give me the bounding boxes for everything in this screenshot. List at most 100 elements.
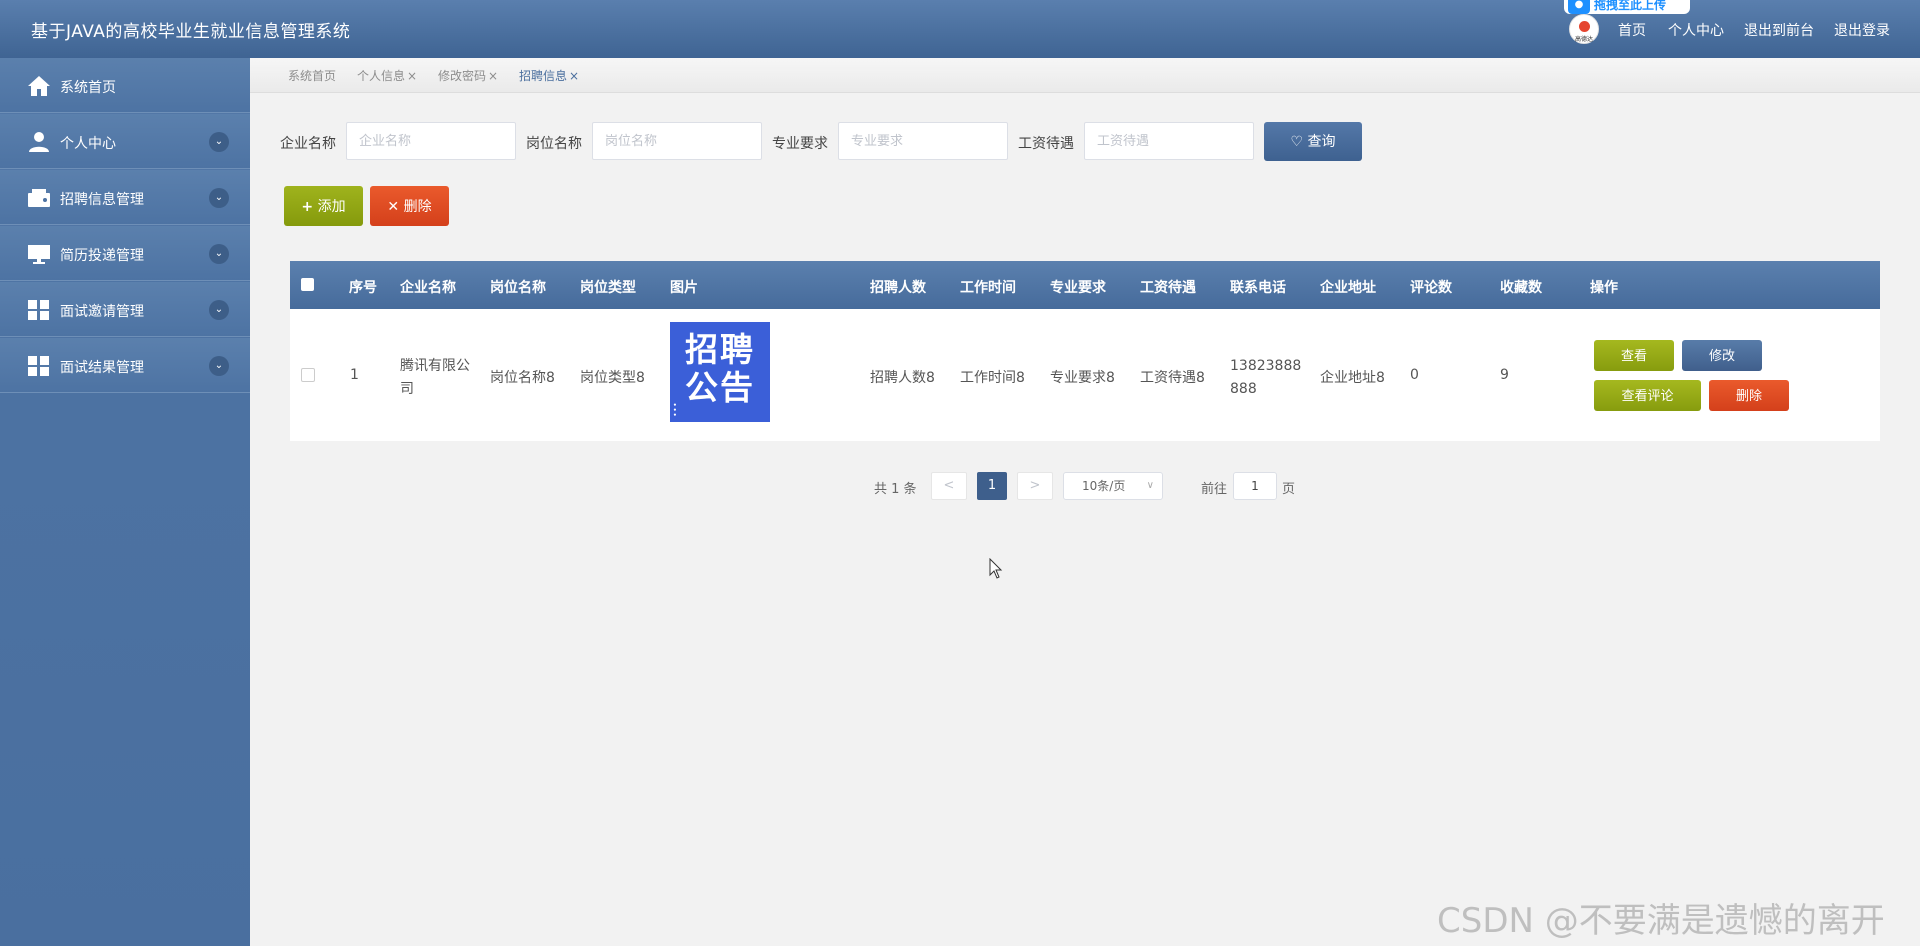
- sidebar-item-interview-result[interactable]: 面试结果管理 ⌄: [0, 338, 250, 393]
- view-button[interactable]: 查看: [1594, 340, 1674, 371]
- heart-icon: ♡: [1290, 134, 1304, 150]
- col-comments: 评论数: [1410, 280, 1452, 296]
- tab-change-password[interactable]: 修改密码 ×: [438, 67, 498, 84]
- add-button-label: 添加: [317, 199, 346, 215]
- table-header: 序号 企业名称 岗位名称 岗位类型 图片 招聘人数 工作时间 专业要求 工资待遇…: [290, 261, 1880, 309]
- avatar-logo-icon: [1579, 21, 1590, 32]
- cell-headcount: 招聘人数8: [870, 370, 935, 386]
- col-salary: 工资待遇: [1140, 280, 1196, 296]
- view-comments-button[interactable]: 查看评论: [1594, 380, 1701, 411]
- sidebar-item-label: 系统首页: [60, 80, 116, 96]
- row-delete-button[interactable]: 删除: [1709, 380, 1789, 411]
- pagination-prev-button[interactable]: <: [931, 472, 967, 500]
- cell-index: 1: [350, 367, 359, 383]
- nav-logout[interactable]: 退出登录: [1834, 20, 1890, 40]
- cell-favorites: 9: [1500, 367, 1509, 383]
- monitor-icon: [28, 245, 50, 264]
- cell-phone: 13823888888: [1230, 358, 1302, 397]
- cell-salary: 工资待遇8: [1140, 370, 1205, 386]
- cell-comments: 0: [1410, 367, 1419, 383]
- query-button-label: 查询: [1307, 134, 1336, 150]
- job-poster-image[interactable]: 招聘公告 • • •: [670, 322, 770, 422]
- edit-button[interactable]: 修改: [1682, 340, 1762, 371]
- chevron-down-icon[interactable]: ⌄: [209, 132, 229, 152]
- user-icon: [29, 132, 49, 152]
- nav-home[interactable]: 首页: [1618, 20, 1646, 40]
- close-icon[interactable]: ×: [407, 69, 417, 83]
- select-all-checkbox[interactable]: [301, 278, 314, 291]
- sidebar-item-label: 个人中心: [60, 136, 116, 152]
- pagination-total: 共 1 条: [874, 482, 917, 497]
- cell-position: 岗位名称8: [490, 370, 555, 386]
- page-size-value: 10条/页: [1082, 479, 1126, 493]
- position-input[interactable]: [592, 122, 762, 160]
- chevron-down-icon[interactable]: ⌄: [209, 300, 229, 320]
- sidebar-item-label: 面试邀请管理: [60, 304, 144, 320]
- salary-label: 工资待遇: [1018, 136, 1074, 152]
- col-actions: 操作: [1590, 280, 1618, 296]
- sidebar-item-profile[interactable]: 个人中心 ⌄: [0, 114, 250, 169]
- pagination-next-button[interactable]: >: [1017, 472, 1053, 500]
- watermark: CSDN @不要满是遗憾的离开: [1437, 901, 1885, 941]
- grid-icon: [28, 300, 49, 320]
- col-image: 图片: [670, 280, 698, 296]
- upload-badge-text: 拖拽至此上传: [1594, 0, 1667, 12]
- sidebar-item-label: 招聘信息管理: [60, 192, 144, 208]
- col-address: 企业地址: [1320, 280, 1376, 296]
- top-header: 基于JAVA的高校毕业生就业信息管理系统 ● 拖拽至此上传 高德达 首页 个人中…: [0, 0, 1920, 58]
- cell-type: 岗位类型8: [580, 370, 645, 386]
- tab-label: 招聘信息: [519, 69, 568, 83]
- avatar-label: 高德达: [1574, 36, 1593, 43]
- page-size-select[interactable]: 10条/页 ∨: [1063, 472, 1163, 500]
- major-input[interactable]: [838, 122, 1008, 160]
- tab-label: 修改密码: [438, 69, 487, 83]
- avatar[interactable]: 高德达: [1569, 14, 1599, 44]
- poster-text: 招聘公告: [685, 330, 755, 407]
- col-work-time: 工作时间: [960, 280, 1016, 296]
- cell-address: 企业地址8: [1320, 370, 1385, 386]
- recruitment-table: 序号 企业名称 岗位名称 岗位类型 图片 招聘人数 工作时间 专业要求 工资待遇…: [290, 261, 1880, 441]
- delete-button[interactable]: ✕ 删除: [370, 186, 449, 226]
- chevron-down-icon[interactable]: ⌄: [209, 188, 229, 208]
- close-icon[interactable]: ×: [569, 69, 579, 83]
- col-position: 岗位名称: [490, 280, 546, 296]
- plus-icon: +: [301, 199, 314, 215]
- sidebar-item-interview-invite[interactable]: 面试邀请管理 ⌄: [0, 282, 250, 337]
- company-input[interactable]: [346, 122, 516, 160]
- col-major: 专业要求: [1050, 280, 1106, 296]
- row-checkbox[interactable]: [301, 368, 315, 382]
- salary-input[interactable]: [1084, 122, 1254, 160]
- sidebar-item-recruitment[interactable]: 招聘信息管理 ⌄: [0, 170, 250, 225]
- chevron-down-icon[interactable]: ⌄: [209, 356, 229, 376]
- pagination-current-page[interactable]: 1: [977, 472, 1007, 500]
- sidebar: 系统首页 个人中心 ⌄ 招聘信息管理 ⌄ 简历投递管理 ⌄ 面试邀请管理 ⌄ 面…: [0, 58, 250, 946]
- upload-badge[interactable]: ● 拖拽至此上传: [1564, 0, 1690, 14]
- query-button[interactable]: ♡ 查询: [1264, 122, 1362, 161]
- sidebar-item-label: 面试结果管理: [60, 360, 144, 376]
- home-icon: [28, 76, 50, 96]
- nav-frontend[interactable]: 退出到前台: [1744, 20, 1814, 40]
- chevron-down-icon[interactable]: ⌄: [209, 244, 229, 264]
- cell-work-time: 工作时间8: [960, 370, 1025, 386]
- tab-profile[interactable]: 个人信息 ×: [357, 67, 417, 84]
- sidebar-item-home[interactable]: 系统首页: [0, 58, 250, 113]
- col-headcount: 招聘人数: [870, 280, 926, 296]
- wallet-icon: [28, 189, 50, 207]
- add-button[interactable]: + 添加: [284, 186, 363, 226]
- major-label: 专业要求: [772, 136, 828, 152]
- sidebar-item-resume[interactable]: 简历投递管理 ⌄: [0, 226, 250, 281]
- col-favorites: 收藏数: [1500, 280, 1542, 296]
- chevron-down-icon: ∨: [1146, 480, 1154, 491]
- poster-decoration: • • •: [673, 402, 677, 419]
- goto-page-input[interactable]: 1: [1233, 472, 1277, 500]
- delete-button-label: 删除: [403, 199, 432, 215]
- goto-label: 前往: [1201, 482, 1228, 497]
- close-icon: ✕: [387, 199, 400, 215]
- close-icon[interactable]: ×: [488, 69, 498, 83]
- sidebar-item-label: 简历投递管理: [60, 248, 144, 264]
- tab-recruitment[interactable]: 招聘信息 ×: [519, 67, 579, 84]
- tab-bar: 系统首页 个人信息 × 修改密码 × 招聘信息 ×: [250, 58, 1920, 93]
- tab-home[interactable]: 系统首页: [288, 67, 336, 84]
- col-phone: 联系电话: [1230, 280, 1286, 296]
- nav-profile[interactable]: 个人中心: [1668, 20, 1724, 40]
